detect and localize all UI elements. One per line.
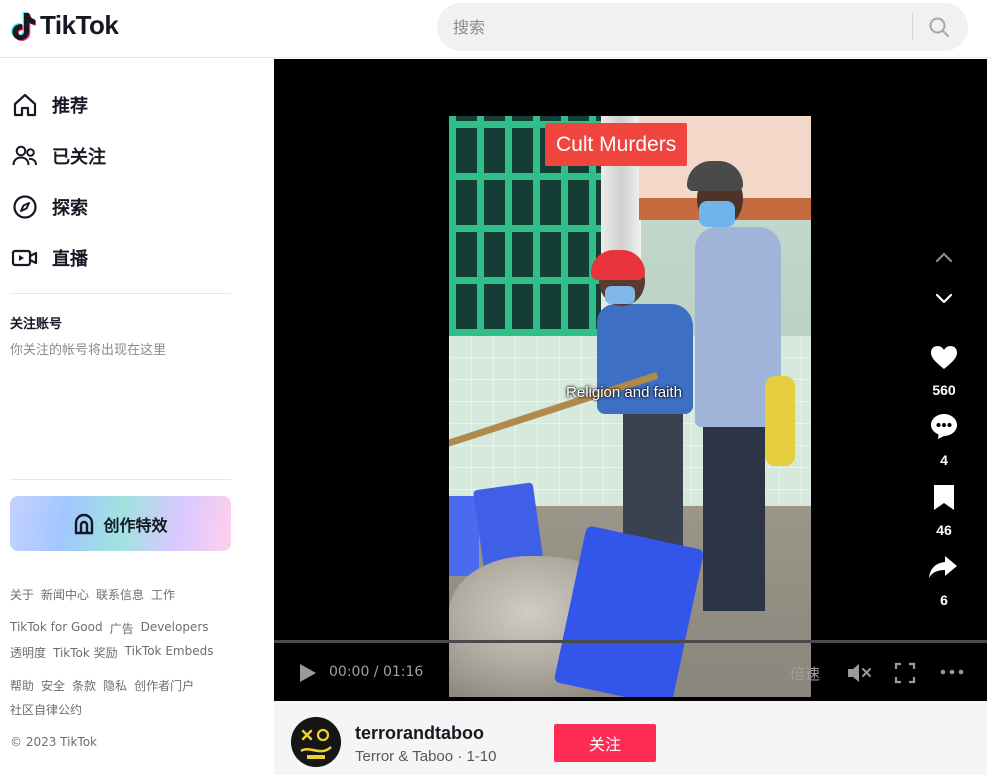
author-avatar[interactable] [291, 717, 341, 767]
video-frame[interactable]: Cult Murders Religion and faith [449, 116, 811, 697]
top-header: TikTok [0, 0, 992, 58]
video-player[interactable]: Cult Murders Religion and faith 560 4 46… [274, 59, 987, 701]
footer-link[interactable]: TikTok 奖励 [53, 644, 118, 661]
footer-links-row: TikTok for Good 广告 Developers [10, 620, 209, 637]
nav-item-live[interactable]: 直播 [10, 238, 240, 278]
footer-link[interactable]: 创作者门户 [134, 677, 194, 694]
scene-shape [703, 421, 765, 611]
footer-link[interactable]: 条款 [72, 677, 96, 694]
footer-link[interactable]: 安全 [41, 677, 65, 694]
avatar-image [291, 717, 341, 767]
speed-button[interactable]: 倍速 [790, 663, 820, 684]
following-accounts-title: 关注账号 [10, 317, 63, 332]
nav-label: 已关注 [52, 147, 106, 168]
share-icon [929, 556, 957, 578]
scene-shape [687, 161, 743, 191]
scene-person [589, 250, 699, 556]
author-subtitle: Terror & Taboo · 1-10 [355, 748, 497, 765]
footer-links-row: 透明度 TikTok 奖励 TikTok Embeds [10, 644, 213, 661]
nav-label: 探索 [52, 198, 88, 219]
fullscreen-button[interactable] [894, 662, 916, 684]
following-empty-text: 你关注的帐号将出现在这里 [10, 343, 167, 358]
author-username[interactable]: terrorandtaboo [355, 723, 484, 744]
search-bar [437, 3, 968, 51]
live-icon [10, 243, 40, 273]
footer-link[interactable]: 隐私 [103, 677, 127, 694]
play-icon [300, 664, 316, 682]
search-icon [929, 17, 949, 37]
more-dots-icon [940, 669, 964, 675]
footer-link[interactable]: 工作 [151, 586, 175, 603]
play-button[interactable] [298, 662, 318, 684]
footer-link[interactable]: TikTok for Good [10, 620, 103, 637]
tiktok-note-icon [11, 11, 36, 41]
sidebar-divider [10, 479, 231, 480]
nav-item-explore[interactable]: 探索 [10, 187, 240, 227]
scene-shape [623, 406, 683, 556]
mute-button[interactable] [846, 662, 872, 684]
footer-links-row: 帮助 安全 条款 隐私 创作者门户 [10, 677, 194, 694]
chevron-down-icon [935, 293, 953, 304]
chevron-up-icon [935, 252, 953, 263]
effects-house-icon [75, 513, 94, 534]
progress-bar[interactable] [274, 640, 987, 643]
nav-label: 推荐 [52, 96, 88, 117]
bookmark-icon [934, 485, 954, 510]
footer-link[interactable]: 新闻中心 [41, 586, 89, 603]
footer-link[interactable]: 透明度 [10, 644, 46, 661]
nav-label: 直播 [52, 249, 88, 270]
copyright-text: © 2023 TikTok [10, 735, 97, 749]
create-effects-label: 创作特效 [103, 515, 168, 535]
heart-icon [931, 346, 957, 369]
favorite-button[interactable] [928, 481, 960, 513]
search-divider [912, 13, 913, 41]
author-bar: terrorandtaboo Terror & Taboo · 1-10 关注 [274, 701, 987, 775]
following-icon [10, 141, 40, 171]
search-button[interactable] [921, 11, 957, 43]
footer-link[interactable]: Developers [141, 620, 209, 637]
comment-icon [931, 414, 957, 439]
footer-link[interactable]: 社区自律公约 [10, 701, 82, 718]
compass-icon [10, 192, 40, 222]
footer-link[interactable]: 帮助 [10, 677, 34, 694]
favorite-count: 46 [936, 522, 952, 538]
footer-link[interactable]: TikTok Embeds [125, 644, 214, 661]
fullscreen-icon [894, 662, 916, 684]
footer-links-row: 社区自律公约 [10, 701, 82, 718]
previous-video-button[interactable] [931, 245, 957, 269]
search-input[interactable] [453, 15, 893, 39]
comment-button[interactable] [928, 411, 960, 441]
muted-speaker-icon [848, 664, 871, 682]
footer-link[interactable]: 广告 [110, 620, 134, 637]
next-video-button[interactable] [931, 287, 957, 311]
scene-shape [605, 286, 635, 304]
logo-wordmark: TikTok [40, 10, 119, 40]
share-button[interactable] [926, 551, 960, 583]
footer-link[interactable]: 关于 [10, 586, 34, 603]
video-title-badge: Cult Murders [545, 123, 688, 166]
like-count: 560 [932, 382, 956, 398]
copyright: © 2023 TikTok [10, 735, 97, 749]
video-caption: Religion and faith [566, 384, 682, 401]
sidebar-divider [10, 293, 231, 294]
follow-button[interactable]: 关注 [554, 724, 656, 762]
create-effects-button[interactable]: 创作特效 [10, 496, 231, 551]
nav-item-foryou[interactable]: 推荐 [10, 85, 240, 125]
share-count: 6 [940, 592, 948, 608]
scene-shape [591, 250, 645, 280]
tiktok-logo[interactable]: TikTok [10, 10, 119, 41]
nav-item-following[interactable]: 已关注 [10, 136, 240, 176]
scene-shape [699, 201, 735, 227]
playback-time: 00:00 / 01:16 [329, 664, 424, 680]
footer-links-row: 关于 新闻中心 联系信息 工作 [10, 586, 175, 603]
left-sidebar: 推荐 已关注 探索 直播 关注账号 你关注的帐号将出现在这里 创作特效 关于 新… [0, 59, 274, 775]
footer-link[interactable]: 联系信息 [96, 586, 144, 603]
more-options-button[interactable] [940, 669, 964, 675]
like-button[interactable] [928, 343, 960, 373]
home-icon [10, 90, 40, 120]
comment-count: 4 [940, 452, 948, 468]
